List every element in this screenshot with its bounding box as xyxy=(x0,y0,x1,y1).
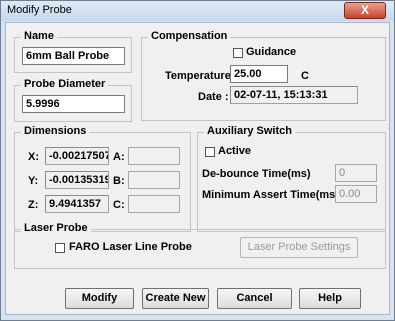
debounce-label: De-bounce Time(ms) xyxy=(202,168,311,180)
debounce-input: 0 xyxy=(335,164,377,182)
x-field: -0.00217507 xyxy=(45,147,109,165)
temperature-label: Temperature : xyxy=(165,70,238,82)
dimensions-label: Dimensions xyxy=(21,125,90,137)
z-field: 9.4941357 xyxy=(45,195,109,213)
y-label: Y: xyxy=(28,175,39,187)
compensation-label: Compensation xyxy=(148,30,231,42)
z-label: Z: xyxy=(28,199,39,211)
a-label: A: xyxy=(113,151,125,163)
guidance-checkbox[interactable] xyxy=(233,48,243,58)
close-icon[interactable]: X xyxy=(344,2,386,19)
title-bar[interactable]: Modify Probe X xyxy=(1,1,394,21)
faro-laser-checkbox[interactable] xyxy=(55,243,65,253)
faro-laser-label: FARO Laser Line Probe xyxy=(69,241,192,253)
temperature-input[interactable]: 25.00 xyxy=(230,65,288,83)
probe-diameter-input[interactable]: 5.9996 xyxy=(22,95,125,113)
window-title: Modify Probe xyxy=(7,4,72,16)
c-label: C: xyxy=(113,199,125,211)
name-input[interactable]: 6mm Ball Probe xyxy=(22,47,125,65)
laser-probe-settings-button: Laser Probe Settings xyxy=(240,237,358,258)
c-field xyxy=(128,195,180,213)
min-assert-label: Minimum Assert Time(ms) xyxy=(202,189,339,201)
auxiliary-switch-label: Auxiliary Switch xyxy=(204,125,295,137)
dialog-body: Name 6mm Ball Probe Probe Diameter 5.999… xyxy=(5,22,390,315)
modify-probe-window: Modify Probe X Name 6mm Ball Probe Probe… xyxy=(0,0,395,321)
active-label: Active xyxy=(218,145,252,157)
b-field xyxy=(128,171,180,189)
a-field xyxy=(128,147,180,165)
date-label: Date : xyxy=(198,91,229,103)
y-field: -0.00135319 xyxy=(45,171,109,189)
guidance-label: Guidance xyxy=(246,46,297,58)
cancel-button[interactable]: Cancel xyxy=(217,288,292,309)
modify-button[interactable]: Modify xyxy=(65,288,134,309)
name-group-label: Name xyxy=(21,30,57,42)
b-label: B: xyxy=(113,175,125,187)
active-checkbox[interactable] xyxy=(205,147,215,157)
date-field: 02-07-11, 15:13:31 xyxy=(230,86,358,104)
probe-diameter-label: Probe Diameter xyxy=(21,78,109,90)
laser-probe-label: Laser Probe xyxy=(21,222,91,234)
help-button[interactable]: Help xyxy=(299,288,361,309)
temperature-unit: C xyxy=(301,70,309,82)
create-new-button[interactable]: Create New xyxy=(142,288,209,309)
min-assert-input: 0.00 xyxy=(335,185,377,203)
x-label: X: xyxy=(28,151,39,163)
